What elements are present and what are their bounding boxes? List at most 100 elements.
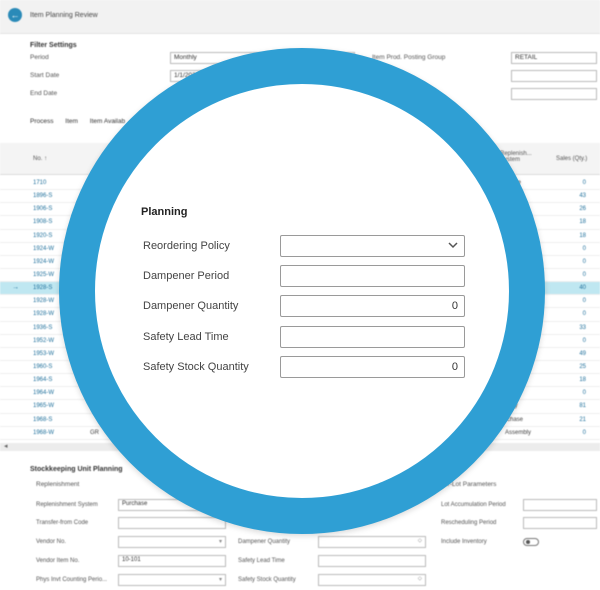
phys-invt-label: Phys Invt Counting Perio... bbox=[36, 577, 108, 583]
sku-planning-title: Stockkeeping Unit Planning bbox=[30, 466, 123, 473]
row-sales-qty[interactable]: 18 bbox=[579, 233, 586, 239]
safety-stock-quantity-label: Safety Stock Quantity bbox=[143, 361, 249, 373]
row-sales-qty[interactable]: 40 bbox=[579, 285, 586, 291]
row-item-no[interactable]: 1906-S bbox=[33, 206, 52, 212]
dampener-quantity-label: Dampener Quantity bbox=[143, 300, 239, 312]
row-item-no[interactable]: 1920-S bbox=[33, 233, 52, 239]
end-date-label: End Date bbox=[30, 90, 58, 97]
row-sales-qty[interactable]: 0 bbox=[583, 180, 586, 186]
row-item-no[interactable]: 1924-W bbox=[33, 246, 54, 252]
resched-field[interactable] bbox=[523, 517, 597, 529]
rep-system-label: Replenishment System bbox=[36, 502, 98, 508]
chevron-icon: ⬦ bbox=[417, 538, 422, 544]
row-item-no[interactable]: 1928-W bbox=[33, 311, 54, 317]
row-sales-qty[interactable]: 0 bbox=[583, 390, 586, 396]
sku-safety-lead-field[interactable] bbox=[318, 555, 426, 567]
row-arrow-icon: → bbox=[12, 284, 19, 292]
page-header: ← Item Planning Review bbox=[0, 0, 600, 34]
row-sales-qty[interactable]: 0 bbox=[583, 338, 586, 344]
col-sales[interactable]: Sales (Qty.) bbox=[556, 156, 587, 162]
replenishment-title: Replenishment bbox=[36, 481, 80, 488]
include-inventory-label: Include Inventory bbox=[441, 539, 487, 545]
lot-accum-field[interactable] bbox=[523, 499, 597, 511]
row-item-no[interactable]: 1964-S bbox=[33, 377, 52, 383]
row-sales-qty[interactable]: 21 bbox=[579, 417, 586, 423]
row-item-no[interactable]: 1960-S bbox=[33, 364, 52, 370]
posting-group-label: Item Prod. Posting Group bbox=[372, 54, 446, 61]
row-sales-qty[interactable]: 0 bbox=[583, 311, 586, 317]
row-sales-qty[interactable]: 33 bbox=[579, 325, 586, 331]
vendor-item-label: Vendor Item No. bbox=[36, 558, 80, 564]
transfer-field[interactable] bbox=[118, 517, 226, 529]
dampener-period-field[interactable] bbox=[280, 265, 465, 287]
row-sales-qty[interactable]: 0 bbox=[583, 259, 586, 265]
sku-dampener-qty-field[interactable]: ⬦ bbox=[318, 536, 426, 548]
reordering-policy-label: Reordering Policy bbox=[143, 240, 230, 252]
row-sales-qty[interactable]: 0 bbox=[583, 298, 586, 304]
col-no[interactable]: No. ↑ bbox=[33, 156, 47, 162]
chevron-down-icon bbox=[448, 242, 458, 249]
sku-safety-lead-label: Safety Lead Time bbox=[238, 558, 285, 564]
action-item-availability[interactable]: Item Availab bbox=[90, 118, 125, 125]
chevron-down-icon: ▾ bbox=[218, 539, 222, 545]
row-sales-qty[interactable]: 26 bbox=[579, 206, 586, 212]
row-sales-qty[interactable]: 18 bbox=[579, 219, 586, 225]
include-inventory-toggle[interactable] bbox=[523, 538, 539, 546]
row-sales-qty[interactable]: 43 bbox=[579, 193, 586, 199]
row-item-no[interactable]: 1953-W bbox=[33, 351, 54, 357]
page-title: Item Planning Review bbox=[30, 12, 98, 19]
resched-label: Rescheduling Period bbox=[441, 520, 497, 526]
lot-accum-label: Lot Accumulation Period bbox=[441, 502, 506, 508]
row-item-no[interactable]: 1908-S bbox=[33, 219, 52, 225]
row-sales-qty[interactable]: 0 bbox=[583, 246, 586, 252]
transfer-label: Transfer-from Code bbox=[36, 520, 89, 526]
phys-invt-field[interactable]: ▾ bbox=[118, 574, 226, 586]
row-item-no[interactable]: 1936-S bbox=[33, 325, 52, 331]
row-item-no[interactable]: 1965-W bbox=[33, 403, 54, 409]
safety-lead-time-label: Safety Lead Time bbox=[143, 331, 229, 343]
sku-dampener-qty-label: Dampener Quantity bbox=[238, 539, 291, 545]
chevron-down-icon: ▾ bbox=[218, 577, 222, 583]
row-item-no[interactable]: 1952-W bbox=[33, 338, 54, 344]
posting-group-field[interactable]: RETAIL bbox=[511, 52, 597, 64]
row-item-no[interactable]: 1710 bbox=[33, 180, 46, 186]
period-label: Period bbox=[30, 54, 49, 61]
row-sales-qty[interactable]: 25 bbox=[579, 364, 586, 370]
back-arrow-icon[interactable]: ← bbox=[8, 8, 22, 22]
row-item-no[interactable]: 1968-S bbox=[33, 417, 52, 423]
vendor-field[interactable]: ▾ bbox=[118, 536, 226, 548]
row-item-no[interactable]: 1968-W bbox=[33, 430, 54, 436]
planning-title: Planning bbox=[141, 206, 188, 218]
row-item-no[interactable]: 1928-S bbox=[33, 285, 52, 291]
chevron-icon: ⬦ bbox=[417, 576, 422, 582]
scroll-left-icon[interactable]: ◂ bbox=[4, 442, 8, 450]
magnifier-ring bbox=[59, 48, 545, 534]
sku-safety-stock-label: Safety Stock Quantity bbox=[238, 577, 296, 583]
start-date-label: Start Date bbox=[30, 72, 60, 79]
row-item-no[interactable]: 1928-W bbox=[33, 298, 54, 304]
vendor-item-field[interactable]: 10-101 bbox=[118, 555, 226, 567]
row-replenishment: Assembly bbox=[505, 429, 532, 436]
dampener-quantity-field[interactable]: 0 bbox=[280, 295, 465, 317]
row-item-no[interactable]: 1925-W bbox=[33, 272, 54, 278]
action-process[interactable]: Process bbox=[30, 118, 53, 125]
reordering-policy-dropdown[interactable] bbox=[280, 235, 465, 257]
row-sales-qty[interactable]: 49 bbox=[579, 351, 586, 357]
row-item-no[interactable]: 1924-W bbox=[33, 259, 54, 265]
action-bar: Process Item Item Availab bbox=[30, 118, 135, 125]
row-sales-qty[interactable]: 0 bbox=[583, 272, 586, 278]
action-item[interactable]: Item bbox=[65, 118, 78, 125]
row-sales-qty[interactable]: 18 bbox=[579, 377, 586, 383]
filter-field-3[interactable] bbox=[511, 88, 597, 100]
row-item-no[interactable]: 1964-W bbox=[33, 390, 54, 396]
dampener-period-label: Dampener Period bbox=[143, 270, 230, 282]
row-sales-qty[interactable]: 81 bbox=[579, 403, 586, 409]
safety-stock-quantity-field[interactable]: 0 bbox=[280, 356, 465, 378]
row-sales-qty[interactable]: 0 bbox=[583, 430, 586, 436]
row-item-no[interactable]: 1896-S bbox=[33, 193, 52, 199]
row-extra: GR bbox=[90, 429, 99, 436]
filter-field-2[interactable] bbox=[511, 70, 597, 82]
sku-safety-stock-field[interactable]: ⬦ bbox=[318, 574, 426, 586]
rep-system-value: Purchase bbox=[122, 501, 148, 507]
safety-lead-time-field[interactable] bbox=[280, 326, 465, 348]
